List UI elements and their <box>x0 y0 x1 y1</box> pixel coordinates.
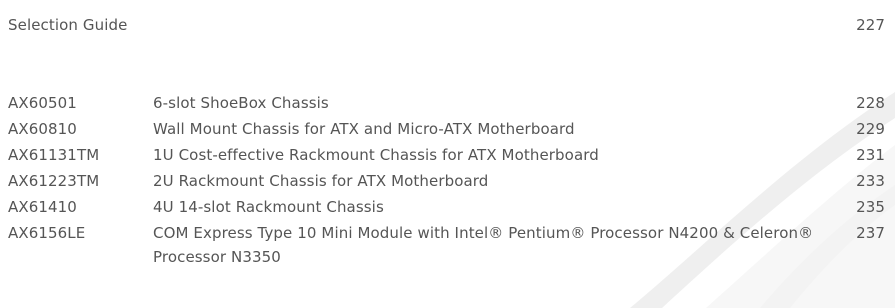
entry-page-number: 229 <box>856 120 885 138</box>
model-code: AX60810 <box>8 120 77 138</box>
entry-description: 4U 14-slot Rackmount Chassis <box>153 198 384 216</box>
model-code: AX61131TM <box>8 146 100 164</box>
entry-description: 6-slot ShoeBox Chassis <box>153 94 329 112</box>
toc-entry[interactable]: AX61223TM 2U Rackmount Chassis for ATX M… <box>0 169 895 193</box>
section-heading: Selection Guide 227 <box>0 13 895 37</box>
model-code: AX61223TM <box>8 172 100 190</box>
model-code: AX60501 <box>8 94 77 112</box>
entry-description: 1U Cost-effective Rackmount Chassis for … <box>153 146 599 164</box>
entry-page-number: 231 <box>856 146 885 164</box>
toc-entry[interactable]: AX6156LE COM Express Type 10 Mini Module… <box>0 221 895 269</box>
entry-page-number: 237 <box>856 224 885 242</box>
model-code: AX6156LE <box>8 224 86 242</box>
entry-page-number: 228 <box>856 94 885 112</box>
section-page-number: 227 <box>856 16 885 34</box>
entry-description: 2U Rackmount Chassis for ATX Motherboard <box>153 172 489 190</box>
entry-description: COM Express Type 10 Mini Module with Int… <box>153 224 814 266</box>
section-title: Selection Guide <box>8 16 128 34</box>
entry-page-number: 235 <box>856 198 885 216</box>
toc-entry[interactable]: AX61410 4U 14-slot Rackmount Chassis 235 <box>0 195 895 219</box>
toc-entry[interactable]: AX61131TM 1U Cost-effective Rackmount Ch… <box>0 143 895 167</box>
toc-entry[interactable]: AX60810 Wall Mount Chassis for ATX and M… <box>0 117 895 141</box>
entry-description: Wall Mount Chassis for ATX and Micro-ATX… <box>153 120 575 138</box>
toc-entry[interactable]: AX60501 6-slot ShoeBox Chassis 228 <box>0 91 895 115</box>
model-code: AX61410 <box>8 198 77 216</box>
entry-page-number: 233 <box>856 172 885 190</box>
